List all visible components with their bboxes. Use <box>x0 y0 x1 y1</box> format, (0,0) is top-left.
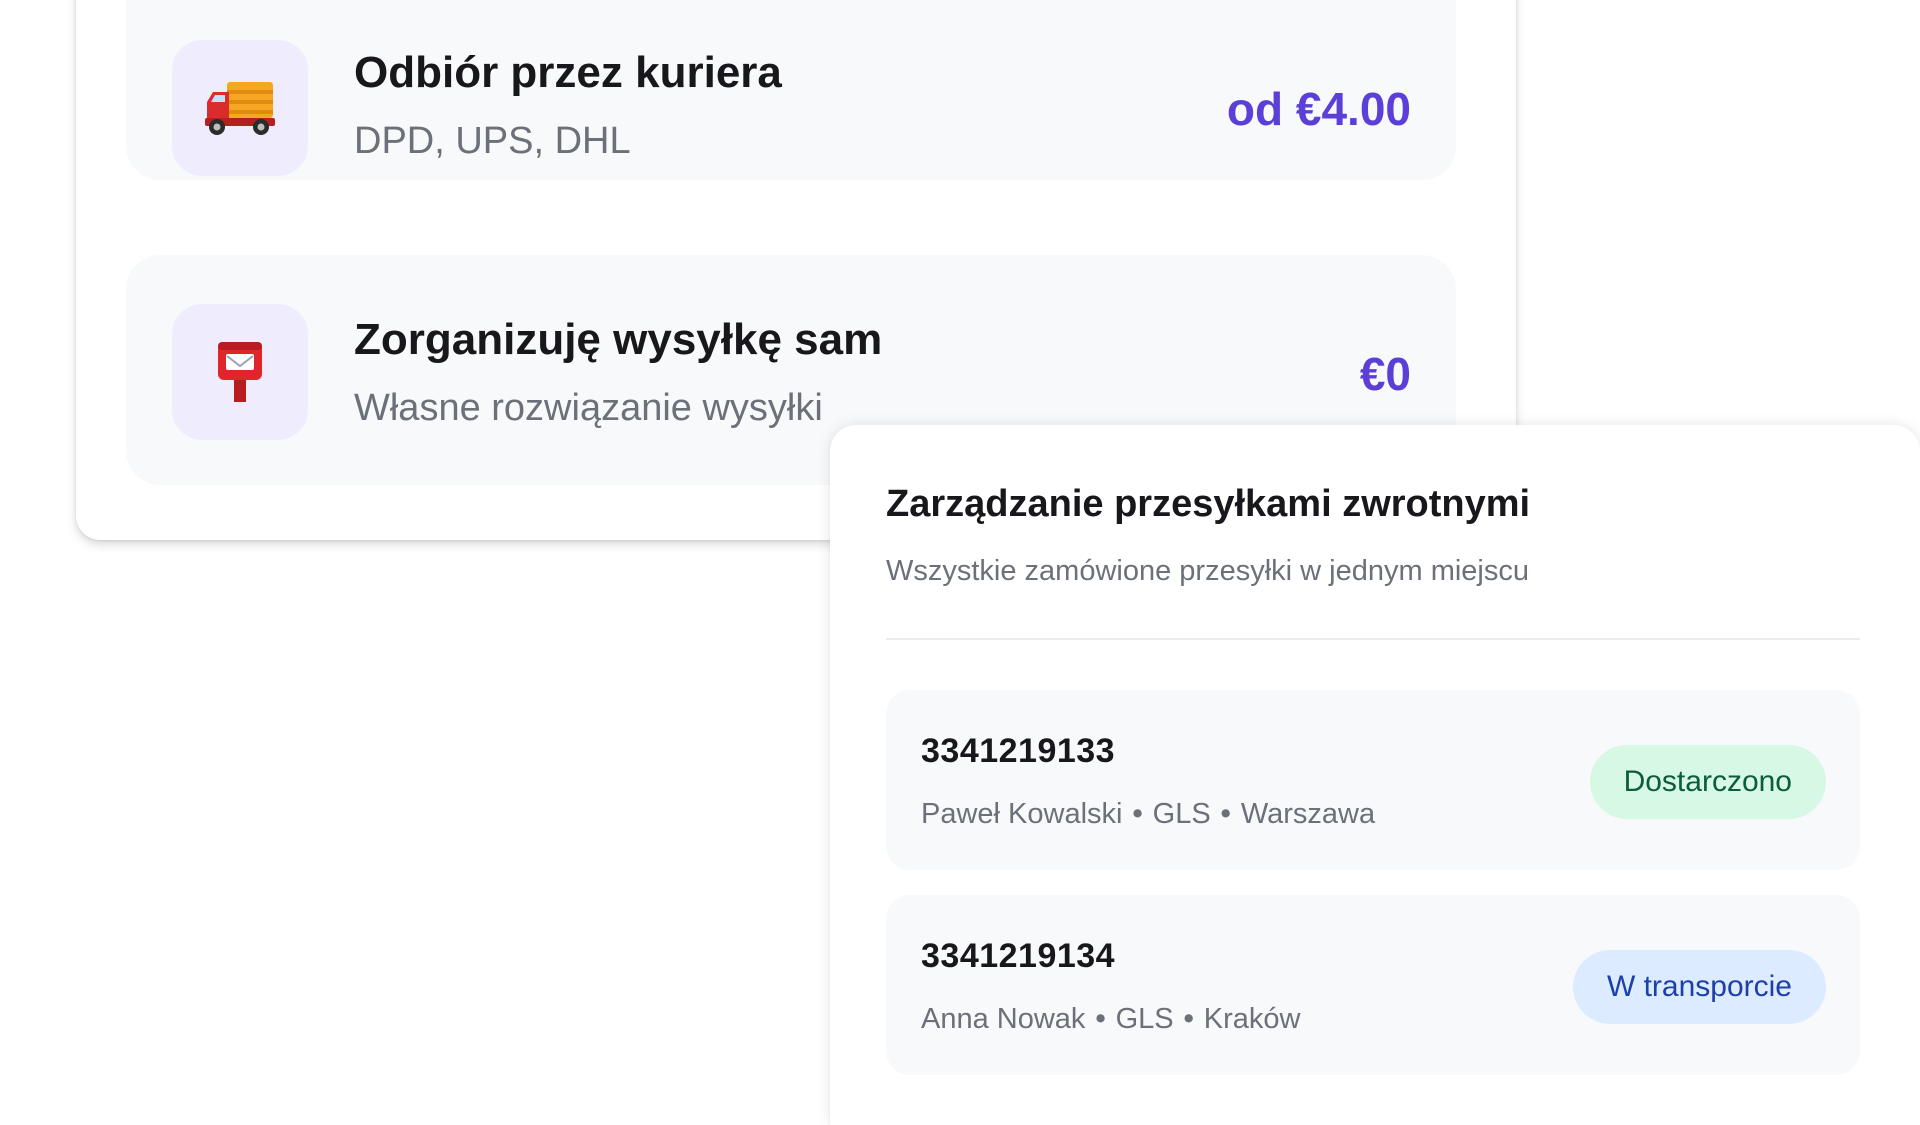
shipment-number: 3341219134 <box>921 937 1116 975</box>
returns-title: Zarządzanie przesyłkami zwrotnymi <box>886 483 1531 525</box>
separator-dot: • <box>1183 1003 1194 1035</box>
separator-dot: • <box>1132 798 1143 830</box>
returns-management-card: Zarządzanie przesyłkami zwrotnymi Wszyst… <box>830 425 1920 1125</box>
shipment-details: Paweł Kowalski • GLS • Warszawa <box>921 798 1375 831</box>
shipping-option-title: Odbiór przez kuriera <box>354 48 782 97</box>
city-name: Warszawa <box>1240 798 1376 830</box>
status-badge-in-transit: W transporcie <box>1572 950 1826 1024</box>
postbox-icon <box>172 304 308 440</box>
shipping-option-price: €0 <box>1359 348 1411 400</box>
carrier-name: GLS <box>1115 1003 1174 1035</box>
separator-dot: • <box>1095 1003 1106 1035</box>
status-badge-delivered: Dostarczono <box>1589 745 1826 819</box>
shipping-option-price: od €4.00 <box>1226 83 1411 135</box>
city-name: Kraków <box>1203 1003 1301 1035</box>
shipment-row[interactable]: 3341219133 Paweł Kowalski • GLS • Warszawa D… <box>886 690 1860 870</box>
separator-dot: • <box>1220 798 1231 830</box>
carrier-name: GLS <box>1152 798 1211 830</box>
returns-subtitle: Wszystkie zamówione przesyłki w jednym m… <box>886 555 1529 587</box>
recipient-name: Anna Nowak <box>921 1003 1086 1035</box>
shipping-option-title: Zorganizuję wysyłkę sam <box>354 315 883 364</box>
shipment-number: 3341219133 <box>921 732 1116 770</box>
divider <box>886 638 1860 640</box>
recipient-name: Paweł Kowalski <box>921 798 1123 830</box>
shipping-option-subtitle: Własne rozwiązanie wysyłki <box>354 387 823 429</box>
delivery-truck-icon <box>172 40 308 176</box>
shipment-details: Anna Nowak • GLS • Kraków <box>921 1003 1300 1036</box>
shipping-option-subtitle: DPD, UPS, DHL <box>354 120 631 162</box>
shipment-row[interactable]: 3341219134 Anna Nowak • GLS • Kraków W trans… <box>886 895 1860 1075</box>
shipping-option-courier[interactable]: Odbiór przez kuriera DPD, UPS, DHL od €4… <box>126 0 1456 180</box>
